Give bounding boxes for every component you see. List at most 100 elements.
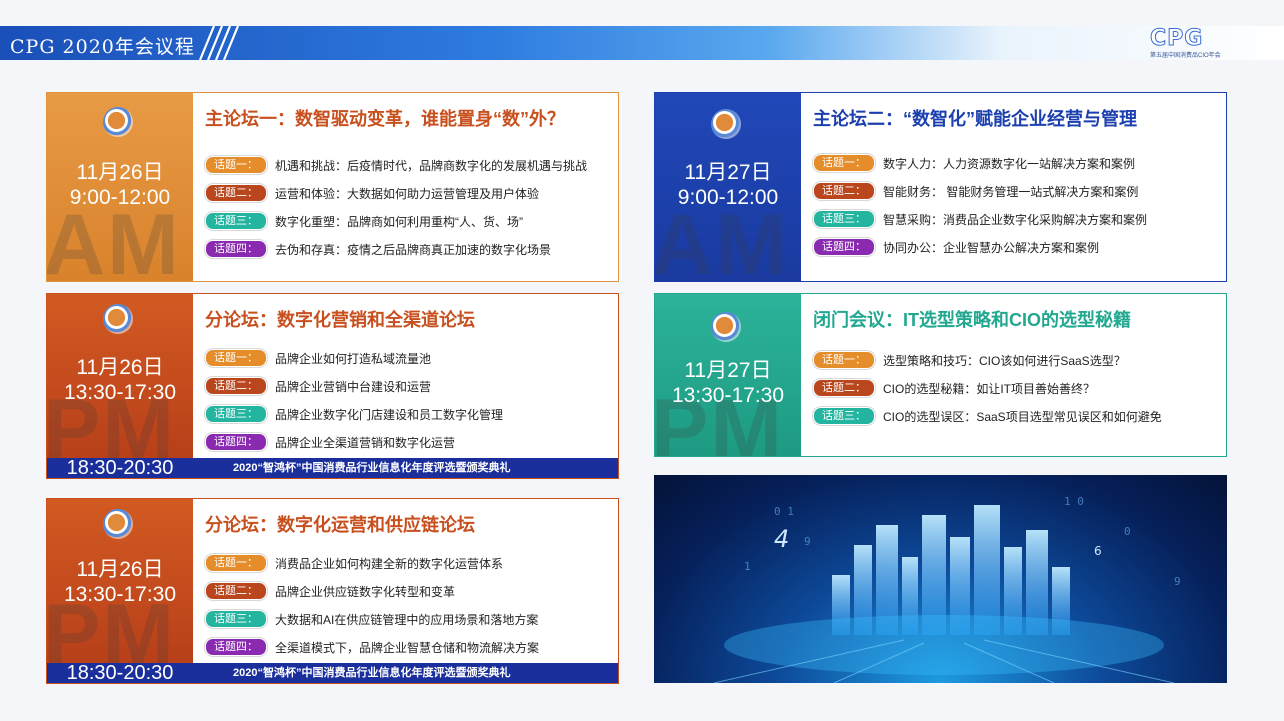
topic-item: 话题二： 运营和体验：大数据如何助力运营管理及用户体验: [205, 179, 587, 207]
svg-text:0 1: 0 1: [774, 505, 794, 518]
session-time-panel: AM 11月27日 9:00-12:00: [655, 93, 801, 281]
floating-digit: 6: [1094, 544, 1102, 558]
topic-text: 数字人力：人力资源数字化一站解决方案和案例: [883, 156, 1136, 171]
topic-item: 话题三： 大数据和AI在供应链管理中的应用场景和落地方案: [205, 605, 539, 633]
topic-badge: 话题二：: [813, 379, 875, 397]
session-card-pm-1127-closed-door: PM 11月27日 13:30-17:30 闭门会议：IT选型策略和CIO的选型…: [654, 293, 1227, 457]
topic-text: 数字化重塑：品牌商如何利用重构“人、货、场”: [275, 214, 523, 229]
session-card-am-1126: AM 11月26日 9:00-12:00 主论坛一：数智驱动变革，谁能置身“数”…: [46, 92, 619, 282]
session-date: 11月27日: [684, 359, 772, 382]
evening-time: 18:30-20:30: [66, 662, 174, 684]
topic-text: 消费品企业如何构建全新的数字化运营体系: [275, 556, 504, 571]
topic-text: 运营和体验：大数据如何助力运营管理及用户体验: [275, 186, 540, 201]
logo-subtitle: 第五届中国消费品CIO年会: [1150, 53, 1221, 59]
topic-item: 话题四： 去伪和存真：疫情之后品牌商真正加速的数字化场景: [205, 235, 587, 263]
header-bar: CPG 2020年会议程: [0, 26, 1284, 60]
evening-event: 2020“智鸿杯”中国消费品行业信息化年度评选暨颁奖典礼: [233, 667, 511, 679]
topic-item: 话题一： 选型策略和技巧：CIO该如何进行SaaS选型？: [813, 346, 1162, 374]
svg-text:1: 1: [744, 560, 751, 573]
topic-text: 智能财务： 智能财务管理一站式解决方案和案例: [883, 184, 1139, 199]
svg-text:9: 9: [804, 535, 811, 548]
topic-list: 话题一： 机遇和挑战：后疫情时代，品牌商数字化的发展机遇与挑战 话题二： 运营和体验…: [205, 151, 587, 263]
topic-text: 大数据和AI在供应链管理中的应用场景和落地方案: [275, 612, 539, 627]
topic-badge: 话题二：: [205, 582, 267, 600]
topic-badge: 话题一：: [813, 351, 875, 369]
city-illustration: 0 1 9 1 0 0 1 9 4 6: [713, 495, 1181, 683]
svg-text:9: 9: [1174, 575, 1181, 588]
topic-text: 智慧采购：消费品企业数字化采购解决方案和案例: [883, 212, 1148, 227]
topic-text: 机遇和挑战：后疫情时代，品牌商数字化的发展机遇与挑战: [275, 158, 588, 173]
topic-item: 话题三： CIO的选型误区：SaaS项目选型常见误区和如何避免: [813, 402, 1162, 430]
session-card-pm-1126-marketing: PM 11月26日 13:30-17:30 分论坛：数字化营销和全渠道论坛 话题…: [46, 293, 619, 479]
topic-list: 话题一： 选型策略和技巧：CIO该如何进行SaaS选型？ 话题二： CIO的选型秘籍…: [813, 346, 1162, 430]
cpg-logo: CPG 第五届中国消费品CIO年会: [1150, 26, 1230, 60]
lightbulb-icon: [103, 509, 133, 539]
evening-event: 2020“智鸿杯”中国消费品行业信息化年度评选暨颁奖典礼: [233, 462, 511, 474]
topic-item: 话题一： 品牌企业如何打造私域流量池: [205, 344, 503, 372]
session-title: 分论坛：数字化运营和供应链论坛: [205, 515, 475, 535]
session-date: 11月27日: [684, 161, 772, 184]
topic-text: 去伪和存真：疫情之后品牌商真正加速的数字化场景: [275, 242, 552, 257]
logo-mark: CPG: [1150, 26, 1204, 51]
topic-item: 话题二： CIO的选型秘籍：如让IT项目善始善终？: [813, 374, 1162, 402]
topic-list: 话题一： 品牌企业如何打造私域流量池 话题二： 品牌企业营销中台建设和运营 话题三：…: [205, 344, 503, 456]
topic-list: 话题一： 消费品企业如何构建全新的数字化运营体系 话题二： 品牌企业供应链数字化转型…: [205, 549, 539, 661]
topic-item: 话题一： 消费品企业如何构建全新的数字化运营体系: [205, 549, 539, 577]
topic-item: 话题四： 全渠道模式下，品牌企业智慧仓储和物流解决方案: [205, 633, 539, 661]
topic-badge: 话题一：: [205, 554, 267, 572]
session-date: 11月26日: [76, 356, 164, 379]
topic-item: 话题三： 智慧采购：消费品企业数字化采购解决方案和案例: [813, 205, 1147, 233]
session-date: 11月26日: [76, 558, 164, 581]
session-time: 13:30-17:30: [63, 381, 177, 404]
session-title: 闭门会议：IT选型策略和CIO的选型秘籍: [813, 310, 1131, 330]
topic-text: 品牌企业营销中台建设和运营: [275, 379, 432, 394]
topic-item: 话题二： 品牌企业营销中台建设和运营: [205, 372, 503, 400]
session-time: 13:30-17:30: [671, 384, 785, 407]
topic-badge: 话题二：: [205, 184, 267, 202]
topic-badge: 话题三：: [205, 405, 267, 423]
evening-banner: 18:30-20:30 2020“智鸿杯”中国消费品行业信息化年度评选暨颁奖典礼: [47, 458, 618, 478]
evening-time: 18:30-20:30: [66, 457, 174, 479]
session-time-panel: PM 11月27日 13:30-17:30: [655, 294, 801, 456]
svg-text:0: 0: [1124, 525, 1131, 538]
topic-item: 话题二： 品牌企业供应链数字化转型和变革: [205, 577, 539, 605]
session-title: 主论坛一：数智驱动变革，谁能置身“数”外？: [205, 109, 565, 129]
topic-item: 话题三： 数字化重塑：品牌商如何利用重构“人、货、场”: [205, 207, 587, 235]
topic-text: 品牌企业数字化门店建设和员工数字化管理: [275, 407, 504, 422]
topic-text: CIO的选型秘籍：如让IT项目善始善终？: [883, 381, 1095, 396]
topic-badge: 话题三：: [813, 407, 875, 425]
session-date: 11月26日: [76, 161, 164, 184]
topic-text: 品牌企业供应链数字化转型和变革: [275, 584, 456, 599]
topic-item: 话题二： 智能财务： 智能财务管理一站式解决方案和案例: [813, 177, 1147, 205]
topic-badge: 话题一：: [813, 154, 875, 172]
session-time: 9:00-12:00: [69, 186, 171, 209]
session-title: 分论坛：数字化营销和全渠道论坛: [205, 310, 475, 330]
session-time-panel: AM 11月26日 9:00-12:00: [47, 93, 193, 281]
session-time: 9:00-12:00: [677, 186, 779, 209]
session-time-panel: PM 11月26日 13:30-17:30: [47, 294, 193, 458]
slash-decoration: [198, 26, 240, 60]
topic-badge: 话题四：: [205, 638, 267, 656]
topic-item: 话题四： 品牌企业全渠道营销和数字化运营: [205, 428, 503, 456]
topic-item: 话题三： 品牌企业数字化门店建设和员工数字化管理: [205, 400, 503, 428]
topic-list: 话题一： 数字人力：人力资源数字化一站解决方案和案例 话题二： 智能财务： 智能财务…: [813, 149, 1147, 261]
topic-badge: 话题一：: [205, 156, 267, 174]
topic-item: 话题一： 数字人力：人力资源数字化一站解决方案和案例: [813, 149, 1147, 177]
session-card-pm-1126-supply-chain: PM 11月26日 13:30-17:30 分论坛：数字化运营和供应链论坛 话题…: [46, 498, 619, 684]
evening-banner: 18:30-20:30 2020“智鸿杯”中国消费品行业信息化年度评选暨颁奖典礼: [47, 663, 618, 683]
digital-city-image: 0 1 9 1 0 0 1 9 4 6: [654, 475, 1227, 683]
topic-text: 全渠道模式下，品牌企业智慧仓储和物流解决方案: [275, 640, 540, 655]
topic-text: 品牌企业如何打造私域流量池: [275, 351, 432, 366]
topic-badge: 话题一：: [205, 349, 267, 367]
topic-badge: 话题三：: [813, 210, 875, 228]
lightbulb-icon: [103, 304, 133, 334]
topic-item: 话题四： 协同办公：企业智慧办公解决方案和案例: [813, 233, 1147, 261]
floating-digit: 4: [774, 525, 789, 553]
topic-item: 话题一： 机遇和挑战：后疫情时代，品牌商数字化的发展机遇与挑战: [205, 151, 587, 179]
lightbulb-icon: [711, 109, 741, 139]
lightbulb-icon: [711, 312, 741, 342]
topic-badge: 话题四：: [205, 240, 267, 258]
lightbulb-icon: [103, 107, 133, 137]
session-card-am-1127: AM 11月27日 9:00-12:00 主论坛二：“数智化”赋能企业经营与管理…: [654, 92, 1227, 282]
session-time-panel: PM 11月26日 13:30-17:30: [47, 499, 193, 663]
